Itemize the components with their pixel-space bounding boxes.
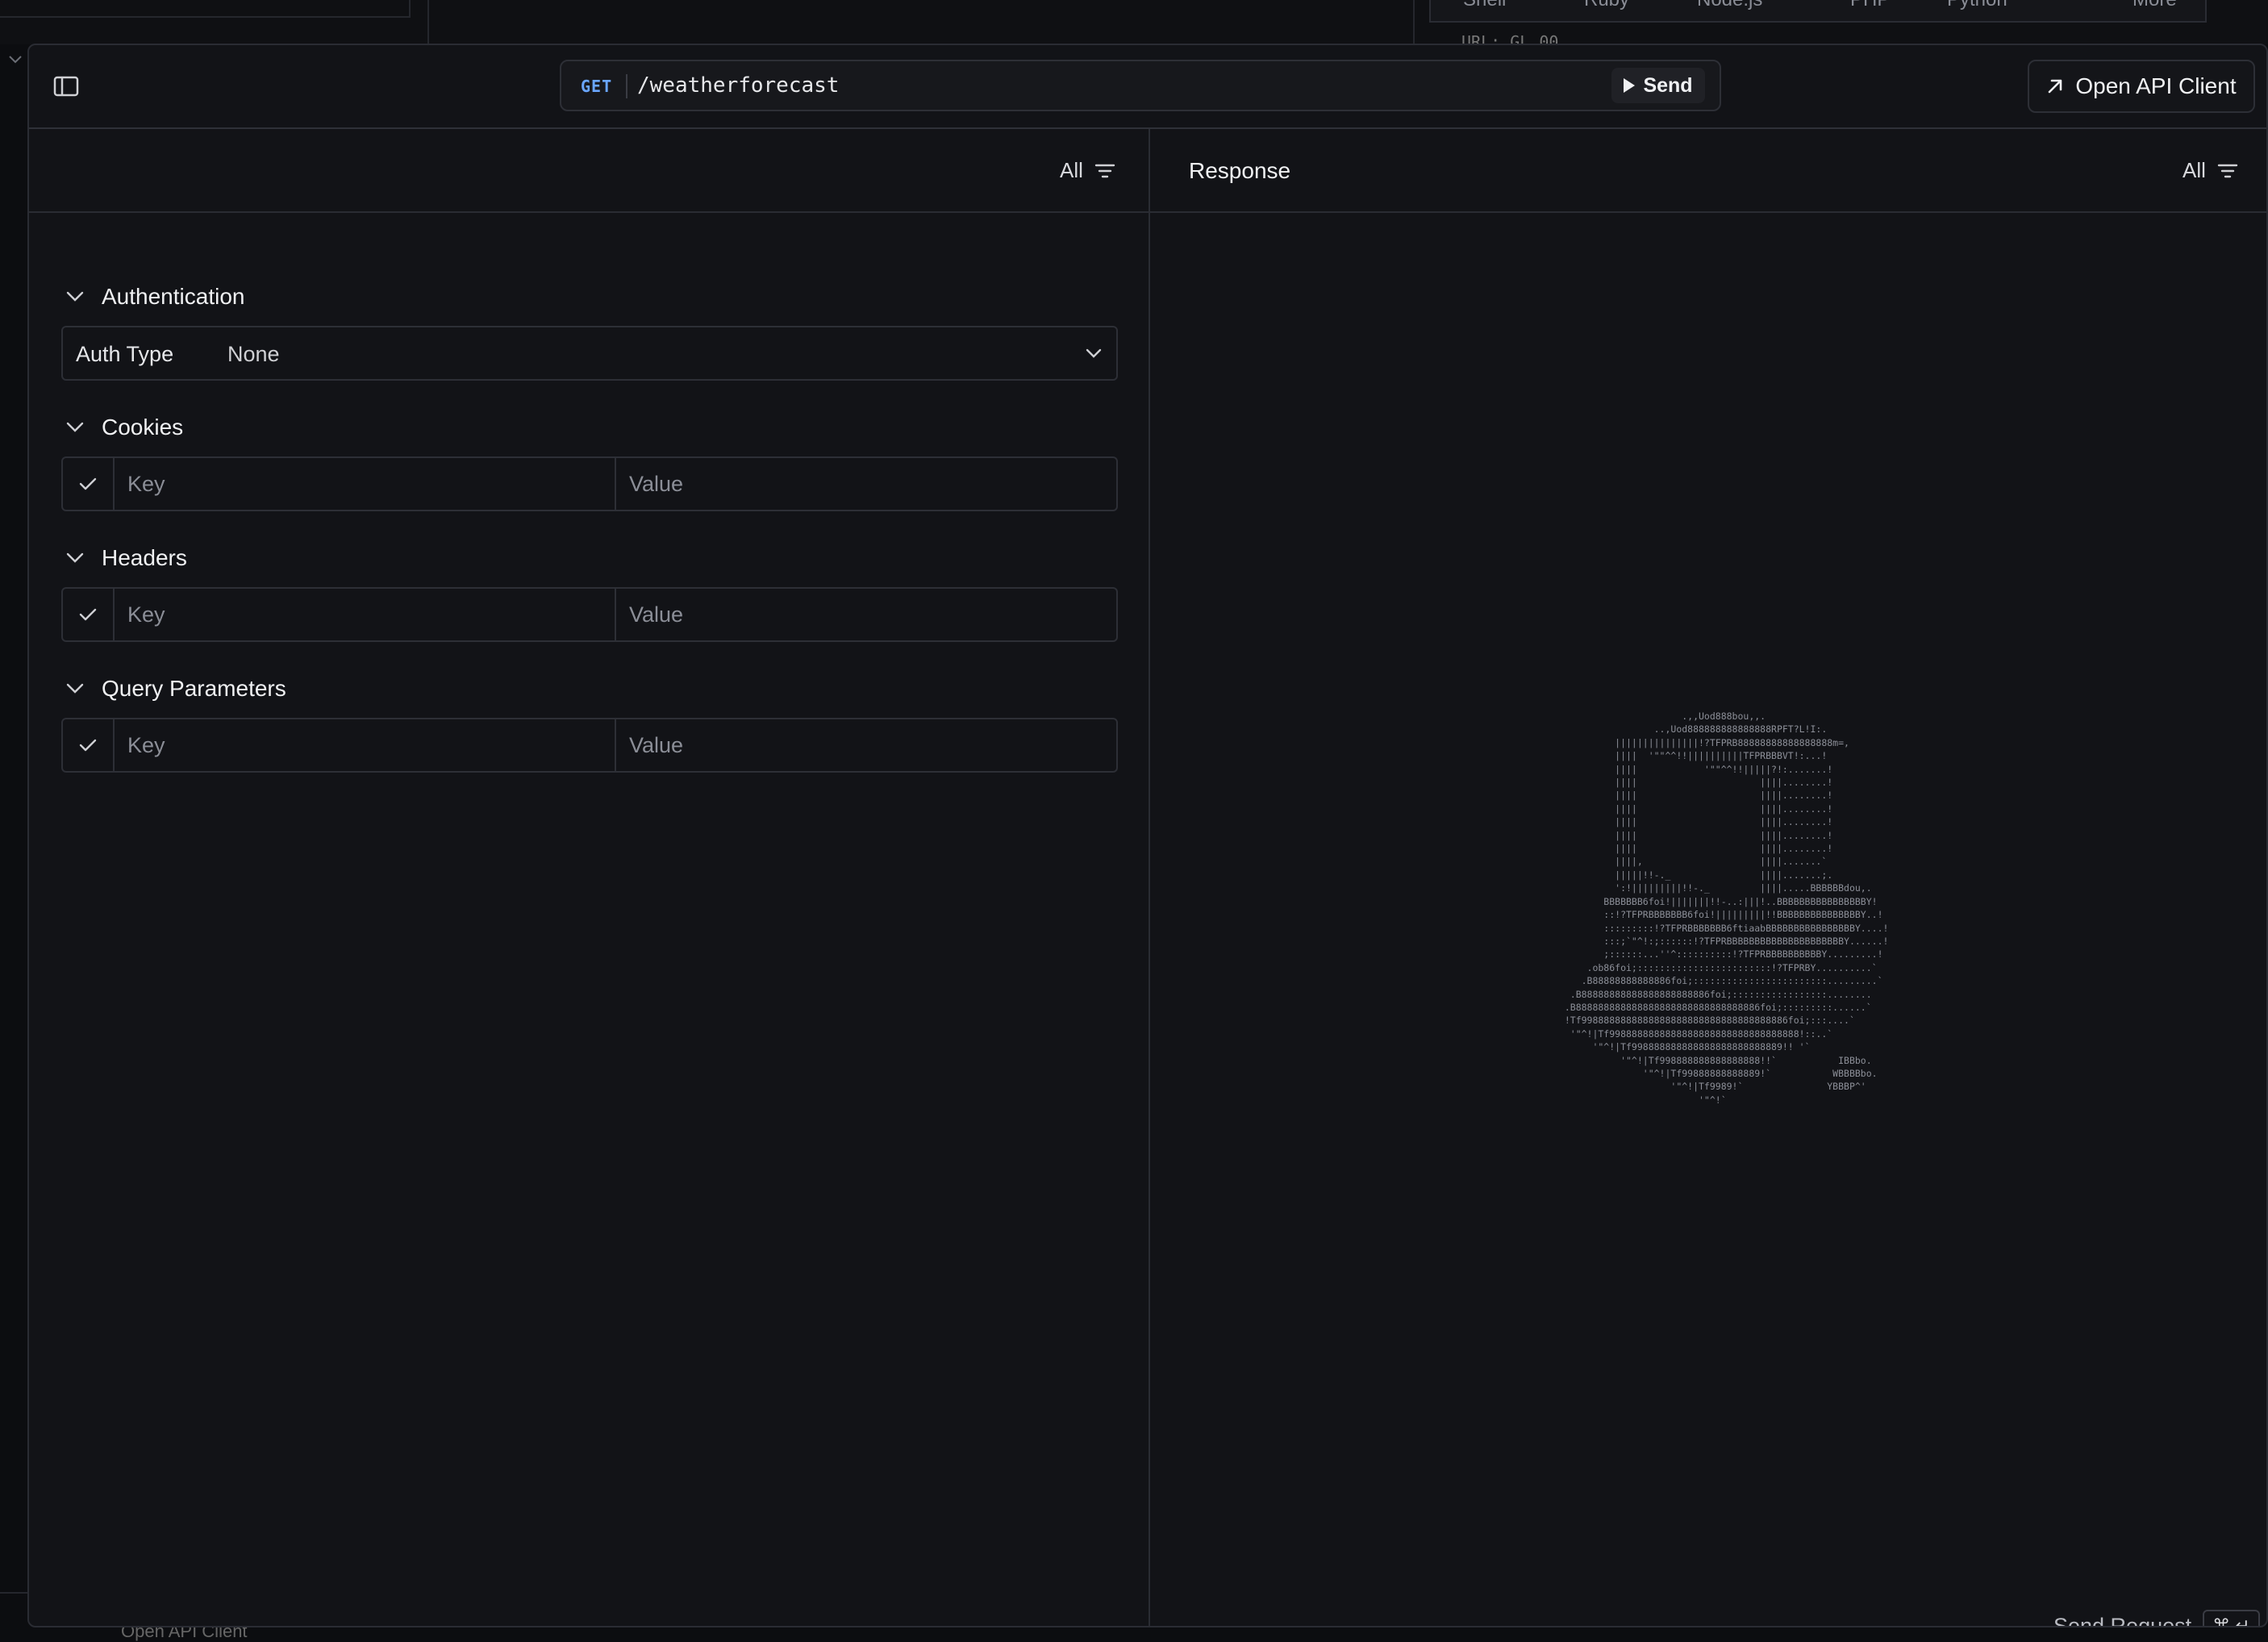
header-value-input[interactable]: [616, 589, 1116, 640]
query-param-value-input[interactable]: [616, 719, 1116, 771]
send-request-hint[interactable]: Send Request ⌘ ↵: [2053, 1610, 2260, 1627]
query-parameters-row: [61, 718, 1118, 773]
background-language-tabs: Shell Ruby Node.js PHP Python More: [1429, 0, 2207, 23]
header-enabled-checkbox[interactable]: [63, 589, 115, 640]
api-client-modal: GET Send Open API Client All: [27, 44, 2268, 1627]
send-button-label: Send: [1643, 73, 1693, 97]
query-parameters-section-toggle[interactable]: Query Parameters: [66, 676, 286, 702]
query-param-key-input[interactable]: [115, 719, 616, 771]
send-request-label: Send Request: [2053, 1613, 2192, 1627]
background-divider-bottom: [0, 1592, 27, 1594]
background-sidebar-box: [0, 0, 411, 18]
cookie-enabled-checkbox[interactable]: [63, 458, 115, 510]
cookies-title: Cookies: [102, 415, 184, 440]
sidebar-toggle-icon[interactable]: [53, 76, 79, 97]
open-api-client-label: Open API Client: [2075, 73, 2237, 98]
chevron-down-icon: [1086, 348, 1102, 358]
query-parameters-title: Query Parameters: [102, 676, 286, 701]
authentication-title: Authentication: [102, 284, 245, 309]
address-bar: GET Send: [560, 60, 1721, 111]
url-path-input[interactable]: [637, 69, 1484, 102]
filter-icon: [2217, 164, 2238, 177]
auth-type-value: None: [227, 342, 280, 366]
background-lang-tab: Python: [1947, 0, 2007, 11]
background-lang-tab: Shell: [1463, 0, 1506, 11]
chevron-down-icon: [66, 422, 84, 432]
check-icon: [79, 739, 97, 752]
headers-title: Headers: [102, 545, 187, 570]
background-divider: [427, 0, 429, 44]
open-api-client-button[interactable]: Open API Client: [2028, 60, 2255, 113]
http-method-badge[interactable]: GET: [581, 77, 612, 96]
method-separator: [626, 74, 627, 98]
background-lang-tab: Ruby: [1584, 0, 1629, 11]
headers-section-toggle[interactable]: Headers: [66, 545, 187, 571]
cookies-row: [61, 456, 1118, 511]
request-filter-label: All: [1060, 158, 1083, 182]
headers-row: [61, 587, 1118, 642]
request-filter[interactable]: All: [1060, 158, 1115, 183]
background-lang-tab: PHP: [1850, 0, 1890, 11]
check-icon: [79, 477, 97, 490]
background-lang-tab: More: [2133, 0, 2177, 11]
filter-icon: [1094, 164, 1115, 177]
query-param-enabled-checkbox[interactable]: [63, 719, 115, 771]
chevron-down-icon: [9, 56, 22, 64]
cookie-key-input[interactable]: [115, 458, 616, 510]
cookies-section-toggle[interactable]: Cookies: [66, 415, 183, 440]
empty-response-ascii-art: .,,Uod888bou,,. ..,Uod888888888888888RPF…: [1564, 711, 1889, 1106]
chevron-down-icon: [66, 552, 84, 563]
auth-type-select[interactable]: Auth Type None: [61, 326, 1118, 381]
auth-type-label: Auth Type: [76, 342, 174, 366]
header-key-input[interactable]: [115, 589, 616, 640]
authentication-section-toggle[interactable]: Authentication: [66, 284, 244, 310]
response-pane-header: Response All: [1150, 129, 2266, 213]
chevron-down-icon: [66, 291, 84, 302]
cookie-value-input[interactable]: [616, 458, 1116, 510]
response-filter-label: All: [2183, 158, 2206, 182]
play-icon: [1624, 78, 1636, 93]
request-pane: All Authentication Auth Type None Cookie…: [29, 129, 1150, 1626]
chevron-down-icon: [66, 683, 84, 694]
response-title: Response: [1189, 158, 1291, 183]
modal-topbar: GET Send Open API Client: [29, 45, 2266, 129]
check-icon: [79, 608, 97, 621]
response-filter[interactable]: All: [2183, 158, 2238, 183]
arrow-up-right-icon: [2049, 79, 2062, 94]
keyboard-shortcut-badge: ⌘ ↵: [2203, 1610, 2260, 1626]
response-pane: Response All .,,Uod888bou,,. ..,Uod88888…: [1150, 129, 2266, 1627]
request-pane-header: All: [29, 129, 1149, 213]
send-button[interactable]: Send: [1611, 68, 1705, 103]
background-lang-tab: Node.js: [1697, 0, 1762, 11]
background-divider-right: [1413, 0, 1415, 44]
